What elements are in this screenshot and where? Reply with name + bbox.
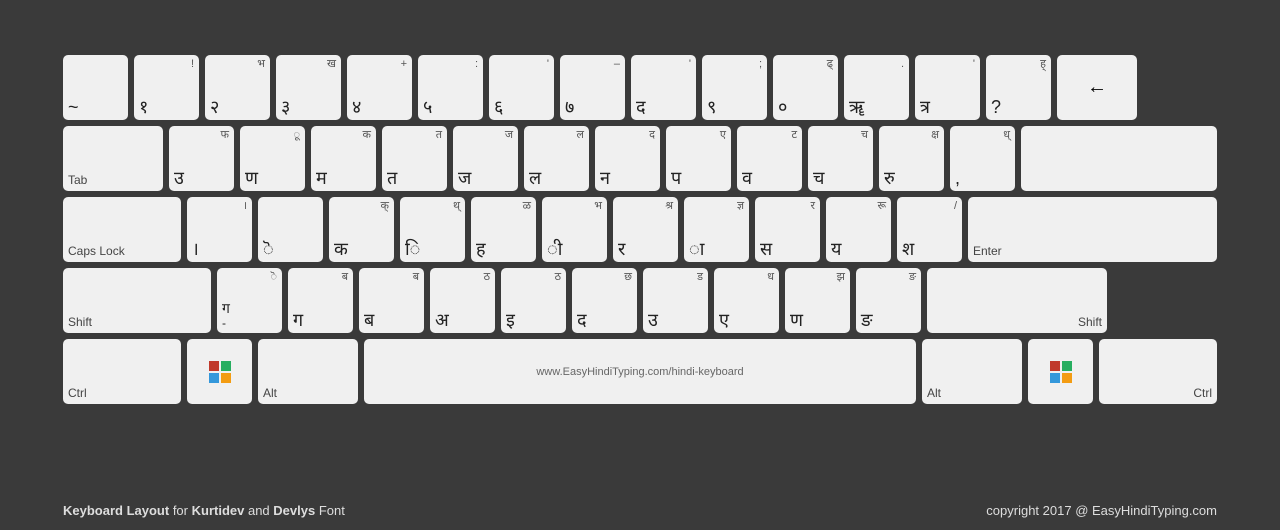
windows-icon-right [1050,361,1072,383]
key-c[interactable]: ब ब [359,268,424,333]
key-alt-left[interactable]: Alt [258,339,358,404]
key-5[interactable]: : ५ [418,55,483,120]
key-h[interactable]: भ ी [542,197,607,262]
key-ctrl-right[interactable]: Ctrl [1099,339,1217,404]
footer-devlys: Devlys [273,503,315,518]
key-enter[interactable]: Enter [968,197,1217,262]
key-semicolon[interactable]: रू य [826,197,891,262]
key-capslock[interactable]: Caps Lock [63,197,181,262]
key-row-2: Tab फ उ ू ण क म त त ज ज ल ल द न [63,126,1217,191]
key-q[interactable]: फ उ [169,126,234,191]
footer-for-text: for [173,503,192,518]
footer-font-text: Font [319,503,345,518]
key-row-3: Caps Lock । । ॆ क् क थ् ि ळ ह भ ी श्र र [63,197,1217,262]
key-d[interactable]: क् क [329,197,394,262]
key-9[interactable]: ; ९ [702,55,767,120]
key-y[interactable]: ल ल [524,126,589,191]
footer-left: Keyboard Layout for Kurtidev and Devlys … [63,503,345,518]
key-z[interactable]: ॆ ग- [217,268,282,333]
key-row-1: ~ ! १ भ २ ख ३ + ४ : ५ ' ६ – ७ [63,55,1217,120]
key-close-bracket[interactable]: ध् , [950,126,1015,191]
key-i[interactable]: ए प [666,126,731,191]
footer-keyboard-label: Keyboard Layout [63,503,169,518]
footer: Keyboard Layout for Kurtidev and Devlys … [63,503,1217,518]
key-n[interactable]: छ द [572,268,637,333]
key-m[interactable]: ड उ [643,268,708,333]
key-backslash[interactable] [1021,126,1217,191]
key-8[interactable]: ' द [631,55,696,120]
key-minus[interactable]: . ॠ [844,55,909,120]
key-v[interactable]: ठ अ [430,268,495,333]
key-s[interactable]: ॆ [258,197,323,262]
key-x[interactable]: ब ग [288,268,353,333]
key-w[interactable]: ू ण [240,126,305,191]
key-k[interactable]: ज्ञ ा [684,197,749,262]
key-space[interactable]: www.EasyHindiTyping.com/hindi-keyboard [364,339,916,404]
space-bar-label: www.EasyHindiTyping.com/hindi-keyboard [536,366,743,378]
key-row-5: Ctrl Alt www.EasyHindiTyping.com/hindi-k… [63,339,1217,404]
windows-icon-left [209,361,231,383]
footer-kurtidev: Kurtidev [192,503,245,518]
key-2[interactable]: भ २ [205,55,270,120]
key-comma[interactable]: ध ए [714,268,779,333]
key-j[interactable]: श्र र [613,197,678,262]
key-o[interactable]: ट व [737,126,802,191]
key-t[interactable]: ज ज [453,126,518,191]
keyboard: ~ ! १ भ २ ख ३ + ४ : ५ ' ६ – ७ [63,55,1217,410]
key-f[interactable]: थ् ि [400,197,465,262]
key-b[interactable]: ठ इ [501,268,566,333]
footer-copyright: copyright 2017 @ EasyHindiTyping.com [986,503,1217,518]
key-backspace[interactable]: ← [1057,55,1137,120]
key-slash[interactable]: ङ ङ [856,268,921,333]
key-l[interactable]: र स [755,197,820,262]
key-quote[interactable]: / श [897,197,962,262]
key-a[interactable]: । । [187,197,252,262]
key-shift-left[interactable]: Shift [63,268,211,333]
key-win-left[interactable] [187,339,252,404]
key-bracket[interactable]: ह् ? [986,55,1051,120]
key-3[interactable]: ख ३ [276,55,341,120]
key-open-bracket[interactable]: क्ष रु [879,126,944,191]
key-ctrl-left[interactable]: Ctrl [63,339,181,404]
key-r[interactable]: त त [382,126,447,191]
key-win-right[interactable] [1028,339,1093,404]
key-backtick[interactable]: ~ [63,55,128,120]
footer-and-text: and [248,503,273,518]
key-equals[interactable]: ' त्र [915,55,980,120]
key-row-4: Shift ॆ ग- ब ग ब ब ठ अ ठ इ छ द ड उ [63,268,1217,333]
key-shift-right[interactable]: Shift [927,268,1107,333]
key-p[interactable]: च च [808,126,873,191]
key-0[interactable]: ढ् ० [773,55,838,120]
key-tab[interactable]: Tab [63,126,163,191]
key-1[interactable]: ! १ [134,55,199,120]
key-g[interactable]: ळ ह [471,197,536,262]
key-6[interactable]: ' ६ [489,55,554,120]
key-7[interactable]: – ७ [560,55,625,120]
key-e[interactable]: क म [311,126,376,191]
key-period[interactable]: झ ण [785,268,850,333]
key-u[interactable]: द न [595,126,660,191]
key-4[interactable]: + ४ [347,55,412,120]
key-alt-right[interactable]: Alt [922,339,1022,404]
